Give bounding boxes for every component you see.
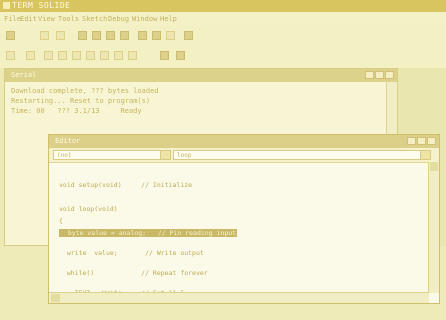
compile-icon[interactable] [152, 31, 161, 40]
maximize-icon[interactable] [375, 71, 384, 79]
copy-icon[interactable] [78, 31, 87, 40]
code-line[interactable]: void setup(void) // Initialize [59, 181, 192, 189]
serial-title: Serial [11, 71, 37, 79]
format-icon[interactable] [120, 31, 129, 40]
scope-select-value: (no) [57, 152, 72, 159]
editor-combo-bar: (no) loop [49, 148, 439, 163]
new-file-icon[interactable] [6, 31, 15, 40]
app-icon [3, 2, 10, 9]
save-icon[interactable] [26, 51, 35, 60]
serial-window-controls [365, 71, 394, 79]
menu-window[interactable]: Window [132, 15, 157, 23]
code-line[interactable]: { [59, 217, 63, 225]
code-line[interactable]: while() // Repeat forever [59, 269, 208, 277]
code-line-selected[interactable]: byte value = analog; // Pin reading inpu… [59, 229, 238, 237]
menu-file[interactable]: File [4, 15, 21, 23]
minimize-icon[interactable] [407, 137, 416, 145]
code-line[interactable]: void loop(void) [59, 205, 118, 213]
undo-icon[interactable] [44, 51, 53, 60]
close-icon[interactable] [385, 71, 394, 79]
outdent-icon[interactable] [86, 51, 95, 60]
function-select[interactable]: loop [173, 150, 431, 160]
bookmark-icon[interactable] [128, 51, 137, 60]
menu-view[interactable]: View [38, 15, 55, 23]
code-line[interactable]: write value; // Write output [59, 249, 204, 257]
editor-title: Editor [55, 137, 81, 145]
editor-window: Editor (no) loop void setup(void) // Ini… [48, 134, 440, 304]
function-select-value: loop [177, 152, 192, 159]
serial-title-bar[interactable]: Serial [5, 69, 397, 82]
paste-icon[interactable] [92, 31, 101, 40]
comment-icon[interactable] [100, 51, 109, 60]
toolbar-main [0, 26, 446, 46]
menu-debug[interactable]: Debug [108, 15, 129, 23]
serial-output-line: Restarting... Reset to program(s) [11, 97, 151, 105]
uncomment-icon[interactable] [114, 51, 123, 60]
editor-horizontal-scrollbar[interactable] [49, 292, 429, 303]
toolbar-secondary [0, 46, 446, 68]
scroll-thumb[interactable] [430, 162, 438, 171]
open-icon[interactable] [6, 51, 15, 60]
editor-title-bar[interactable]: Editor [49, 135, 439, 148]
menu-bar: File Edit View Tools Sketch Debug Window… [0, 12, 446, 26]
title-bar: TERM SOLIDE [0, 0, 446, 12]
monitor-icon[interactable] [160, 51, 169, 60]
filter-icon[interactable] [176, 51, 185, 60]
upload-icon[interactable] [166, 31, 175, 40]
menu-help[interactable]: Help [160, 15, 177, 23]
editor-window-controls [407, 137, 436, 145]
back-icon[interactable] [40, 31, 49, 40]
redo-icon[interactable] [58, 51, 67, 60]
menu-tools[interactable]: Tools [58, 15, 79, 23]
selected-code[interactable]: byte value = analog; // Pin reading inpu… [59, 229, 238, 237]
editor-vertical-scrollbar[interactable] [428, 162, 439, 293]
menu-edit[interactable]: Edit [20, 15, 37, 23]
chevron-down-icon[interactable] [420, 151, 430, 159]
search-icon[interactable] [138, 31, 147, 40]
cut-icon[interactable] [106, 31, 115, 40]
indent-icon[interactable] [72, 51, 81, 60]
forward-icon[interactable] [56, 31, 65, 40]
maximize-icon[interactable] [417, 137, 426, 145]
minimize-icon[interactable] [365, 71, 374, 79]
settings-icon[interactable] [184, 31, 193, 40]
serial-output-line: Download complete, ??? bytes loaded [11, 87, 159, 95]
chevron-down-icon[interactable] [160, 151, 170, 159]
scroll-thumb[interactable] [51, 294, 60, 302]
window-title: TERM SOLIDE [12, 1, 71, 10]
scope-select[interactable]: (no) [53, 150, 171, 160]
menu-sketch[interactable]: Sketch [82, 15, 107, 23]
serial-output-line: Time: 00 ??? 3.1/13 Ready [11, 107, 142, 115]
close-icon[interactable] [427, 137, 436, 145]
